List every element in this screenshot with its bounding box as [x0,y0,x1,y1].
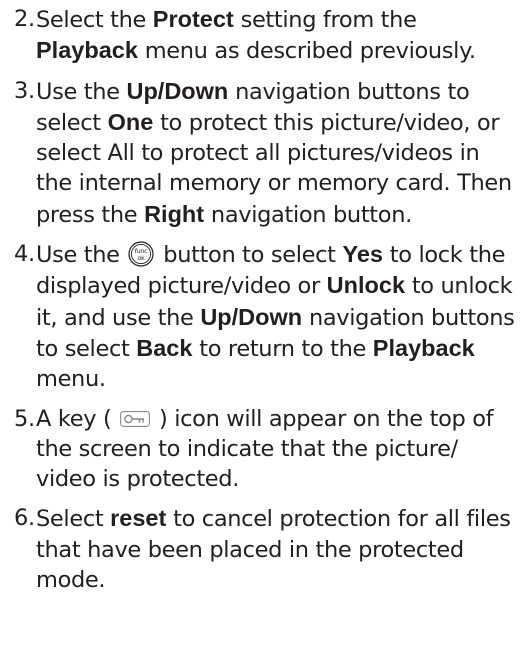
ok-icon-label-bottom: ok [138,254,146,262]
step-text: navigation button. [204,201,412,228]
step-text: to return to the [192,335,373,362]
protect-setting-label: Protect [152,6,234,32]
playback-menu-label: Playback [372,334,475,361]
back-option-label: Back [136,334,193,361]
step-text: A key ( [36,405,119,432]
playback-menu-label: Playback [36,37,138,64]
step-text: Use the [36,78,127,105]
reset-option-label: reset [110,505,167,532]
func-ok-button-icon: funcok [128,241,155,267]
up-down-label: Up/Down [200,303,303,330]
yes-option-label: Yes [342,241,383,268]
one-option-label: One [107,108,154,135]
instruction-steps: 2. Select the Protect setting from the Pl… [14,4,520,604]
step-6: 6. Select reset to cancel protection for… [14,503,520,595]
right-button-label: Right [144,200,205,227]
step-number: 3. [14,77,35,104]
step-text: Use the [36,242,127,269]
up-down-label: Up/Down [126,77,229,104]
key-icon [120,410,151,427]
step-number: 4. [14,241,35,268]
step-2: 2. Select the Protect setting from the Pl… [14,4,520,67]
unlock-option-label: Unlock [326,272,406,299]
step-text: menu as described previously. [137,38,476,65]
step-text: setting from the [233,7,417,33]
step-3: 3. Use the Up/Down navigation buttons to … [14,76,520,230]
step-text: menu. [36,366,106,393]
step-4: 4. Use the func ok button to select Yes to… [14,239,520,394]
step-text: Select the [36,7,153,33]
step-text: button to select [156,242,343,269]
step-number: 5. [14,405,35,432]
step-5: 5. A key ( ) icon will appear on the top … [14,404,520,495]
step-number: 2. [14,6,35,32]
step-text: Select [36,506,111,533]
step-number: 6. [14,505,35,532]
